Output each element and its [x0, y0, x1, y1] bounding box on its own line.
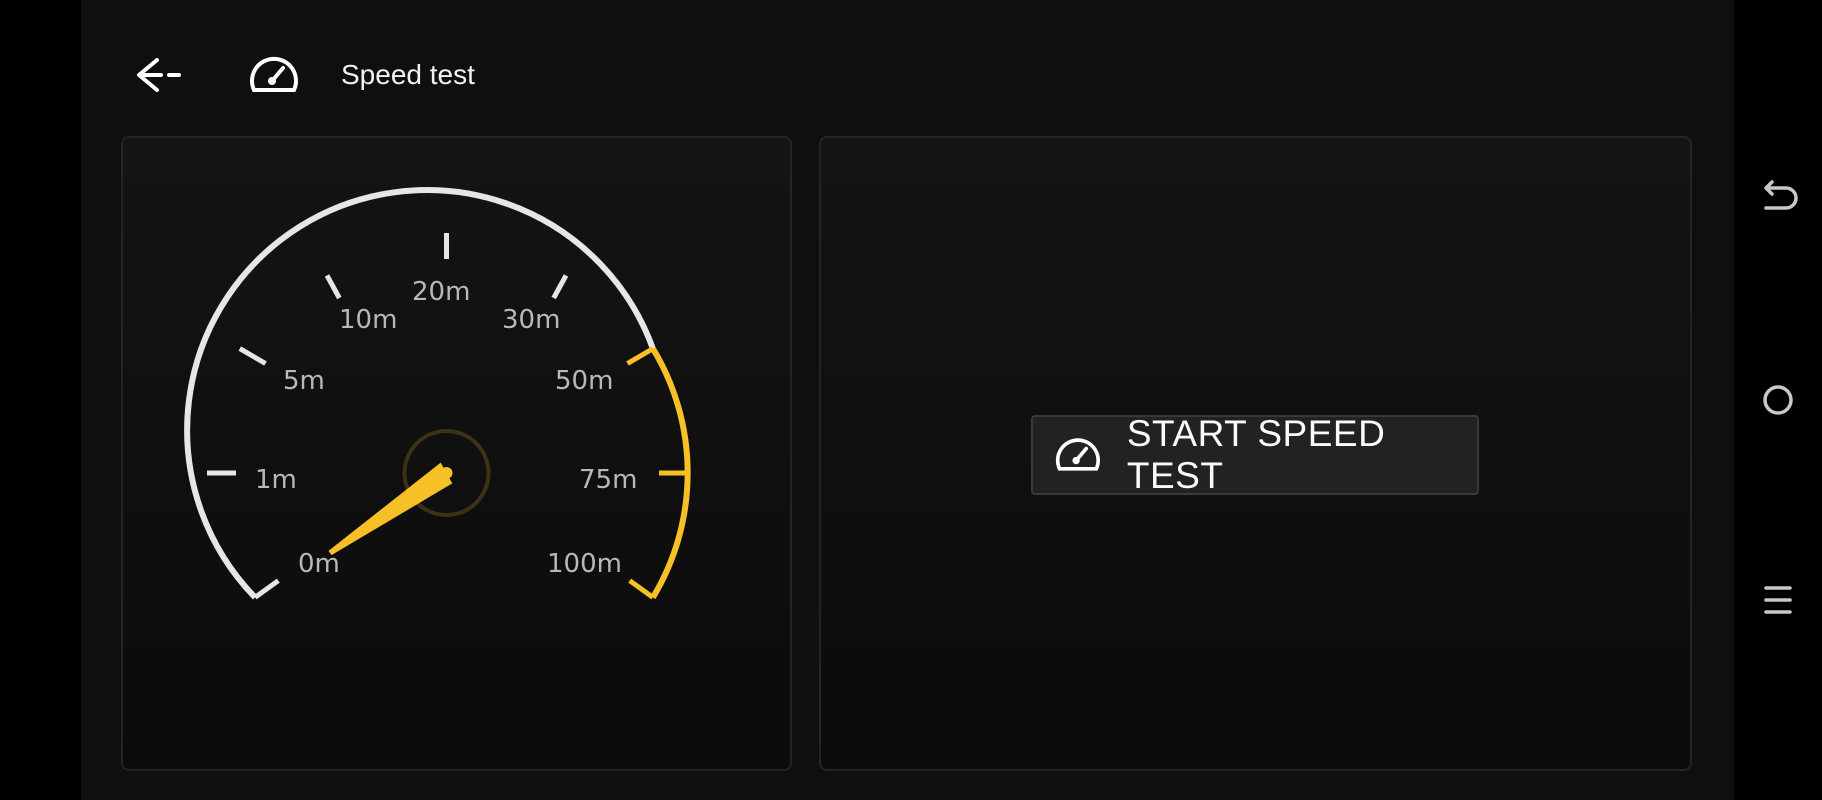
gauge-tick-5m [238, 346, 267, 366]
gauge-label: 10m [339, 305, 397, 335]
system-nav-bar [1734, 0, 1822, 800]
gauge-needle [328, 462, 453, 556]
gauge-tick-30m [551, 274, 569, 300]
speed-gauge: 0m 1m 5m 10m 20m 30m 50m 75m 100m [184, 187, 691, 600]
gauge-tick-0m [253, 578, 280, 600]
app-window: Speed test 0m 1m 5m 10m 20m 30m 50m 75m … [81, 0, 1734, 800]
page-title: Speed test [341, 59, 475, 90]
gauge-labels: 0m 1m 5m 10m 20m 30m 50m 75m 100m [255, 277, 637, 579]
gauge-tick-10m [324, 274, 342, 300]
arrow-left-icon [137, 58, 181, 92]
gauge-label: 1m [255, 465, 297, 495]
action-panel: START SPEED TEST [819, 136, 1692, 771]
gauge-needle-cap [440, 467, 453, 479]
start-speed-test-button[interactable]: START SPEED TEST [1031, 413, 1479, 496]
gauge-label: 30m [502, 305, 560, 335]
gauge-label: 5m [283, 366, 325, 396]
gauge-label: 100m [547, 549, 622, 579]
system-home-button[interactable] [1756, 378, 1800, 422]
left-edge [0, 0, 81, 800]
gauge-tick-50m [626, 346, 655, 366]
undo-arrow-icon [1764, 180, 1798, 210]
circle-home-icon [1763, 385, 1793, 415]
system-back-button[interactable] [1756, 178, 1800, 222]
top-bar: Speed test [81, 0, 1734, 130]
start-speed-test-label: START SPEED TEST [1126, 413, 1386, 496]
gauge-label: 20m [412, 277, 470, 307]
speedometer-icon [247, 50, 301, 100]
speedometer-icon [1055, 438, 1100, 471]
gauge-tick-100m [628, 578, 655, 600]
hamburger-menu-icon [1764, 586, 1792, 614]
gauge-panel: 0m 1m 5m 10m 20m 30m 50m 75m 100m [121, 136, 792, 771]
back-button[interactable] [133, 50, 193, 100]
gauge-label: 75m [579, 465, 637, 495]
gauge-label: 50m [555, 366, 613, 396]
system-menu-button[interactable] [1756, 578, 1800, 622]
